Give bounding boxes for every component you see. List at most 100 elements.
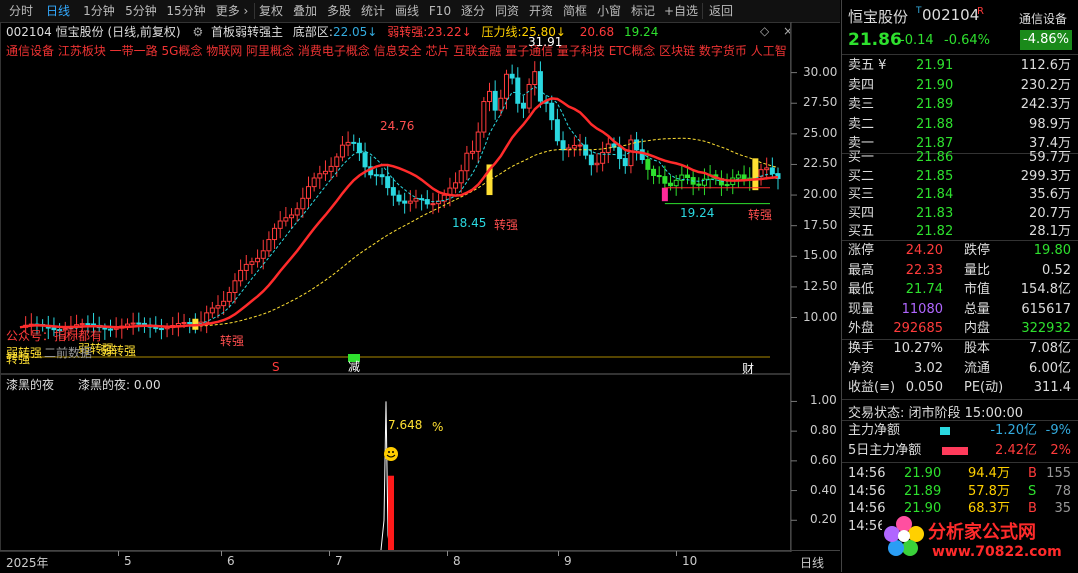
toolbar-item-12[interactable]: 逐分: [458, 0, 488, 22]
candle-body: [272, 227, 278, 241]
stat-value: 154.8亿: [1020, 282, 1071, 297]
indicator-chart[interactable]: [0, 374, 840, 552]
candle-body: [617, 146, 623, 160]
sector-name[interactable]: 通信设备: [1019, 10, 1067, 27]
t-mark-icon: T: [916, 6, 922, 16]
date-label: 10: [682, 554, 698, 568]
candle-body: [51, 327, 57, 331]
date-label: 5: [124, 554, 132, 568]
price-change-pct: -0.64%: [944, 33, 990, 48]
flower-logo-icon: [884, 516, 924, 556]
toolbar-item-11[interactable]: F10: [426, 0, 454, 22]
stat-row: 最高 22.33 量比 0.52: [842, 261, 1078, 281]
toolbar-item-10[interactable]: 画线: [392, 0, 422, 22]
period-label[interactable]: 日线: [800, 554, 824, 571]
candle-body: [181, 321, 187, 325]
stat2-row: 收益(≡) 0.050 PE(动) 311.4: [842, 378, 1078, 398]
stat-label: 股本: [964, 341, 991, 356]
buy-price: 21.83: [916, 205, 954, 221]
candle-body: [634, 139, 640, 151]
toolbar-item-18[interactable]: +自选: [662, 0, 700, 22]
candle-body: [79, 323, 85, 326]
candle-body: [764, 167, 770, 171]
candle-body: [549, 102, 555, 121]
stat-label: 涨停: [848, 243, 875, 258]
toolbar-item-15[interactable]: 简框: [560, 0, 590, 22]
stat-value: 3.02: [914, 360, 943, 376]
toolbar-item-0[interactable]: 分时: [6, 0, 36, 22]
toolbar-item-2[interactable]: 1分钟: [80, 0, 118, 22]
flow-label[interactable]: 5日主力净额: [848, 441, 921, 461]
sell-label: 卖二: [848, 116, 875, 132]
candle-body: [413, 198, 419, 202]
sell-row: 卖四 21.90 230.2万: [842, 76, 1078, 96]
date-label: 7: [335, 554, 343, 568]
toolbar-item-7[interactable]: 叠加: [290, 0, 320, 22]
buy-volume: 35.6万: [1029, 187, 1071, 202]
stat-value: 19.80: [1033, 243, 1071, 258]
flow-label[interactable]: 主力净额: [848, 421, 900, 441]
sell-volume: 112.6万: [1020, 58, 1071, 73]
stat-label: 最低: [848, 282, 875, 297]
toolbar-item-8[interactable]: 多股: [324, 0, 354, 22]
toolbar-item-16[interactable]: 小窗: [594, 0, 624, 22]
stat-label: 外盘: [848, 321, 875, 336]
toolbar-item-6[interactable]: 复权: [256, 0, 286, 22]
candle-body: [221, 300, 227, 307]
toolbar-item-9[interactable]: 统计: [358, 0, 388, 22]
buy-label: 买五: [848, 224, 875, 239]
stat-label: 总量: [964, 301, 991, 317]
chart-frame: [0, 22, 791, 374]
candlestick-chart[interactable]: [0, 22, 840, 374]
candle-body: [351, 141, 357, 144]
candle-body: [656, 174, 662, 178]
toolbar-item-17[interactable]: 标记: [628, 0, 658, 22]
flow-bar: [942, 447, 968, 455]
toolbar-item-14[interactable]: 开资: [526, 0, 556, 22]
buy-row: 买二 21.85 299.3万: [842, 167, 1078, 187]
toolbar-item-19[interactable]: 返回: [704, 0, 738, 22]
candle-body: [662, 176, 668, 184]
sell-label: 卖五 ¥: [848, 58, 887, 73]
candle-body: [481, 101, 487, 133]
sell-volume: 98.9万: [1029, 116, 1071, 132]
candle-body: [289, 214, 295, 219]
stat-label: 净资: [848, 360, 875, 376]
candle-body: [520, 102, 526, 109]
buy-label: 买三: [848, 187, 875, 202]
candle-body: [277, 220, 283, 229]
toolbar-item-1[interactable]: 日线: [40, 0, 76, 22]
smiley-icon: [384, 447, 398, 461]
stat-value: 24.20: [905, 243, 943, 258]
toolbar-item-5[interactable]: 更多 ›: [212, 0, 252, 22]
toolbar-item-13[interactable]: 同资: [492, 0, 522, 22]
toolbar-item-4[interactable]: 15分钟: [164, 0, 208, 22]
buy-volume: 28.1万: [1029, 224, 1071, 239]
sell-price: 21.90: [916, 77, 954, 93]
signal-bar: [661, 187, 668, 202]
candle-body: [187, 321, 193, 324]
buy-label: 买四: [848, 205, 875, 221]
date-axis: 2025年 5 6 7 8 9 10 日线: [0, 550, 840, 573]
flow-row: 5日主力净额 2.42亿 2%: [842, 441, 1078, 461]
buy-row: 买五 21.82 28.1万: [842, 222, 1078, 242]
flow-value: 2.42亿: [995, 443, 1037, 458]
candle-body: [668, 182, 674, 187]
stat-label: 收益(≡): [848, 380, 896, 395]
sub-frame: [0, 374, 791, 552]
ma-cyan-line: [19, 85, 779, 329]
date-tick: [447, 551, 448, 556]
candle-body: [283, 217, 289, 222]
candle-body: [577, 144, 583, 147]
candle-body: [385, 176, 391, 189]
stock-code: 002104: [922, 6, 980, 24]
candle-body: [300, 197, 306, 210]
toolbar-item-3[interactable]: 5分钟: [122, 0, 160, 22]
stat-value: 292685: [893, 321, 943, 336]
date-label: 2025年: [6, 556, 49, 570]
candle-body: [453, 182, 459, 189]
buy-row: 买四 21.83 20.7万: [842, 204, 1078, 224]
stat-value: 311.4: [1033, 380, 1071, 395]
ma-yellow-line: [19, 137, 779, 328]
candle-body: [345, 141, 351, 146]
